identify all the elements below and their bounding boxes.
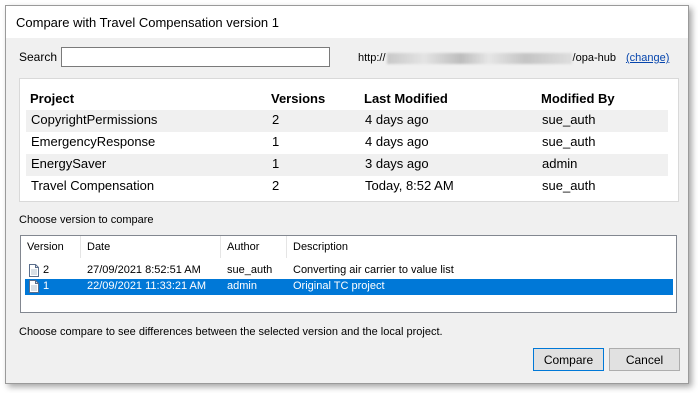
column-description[interactable]: Description (287, 236, 676, 258)
project-modified-by: sue_auth (542, 134, 596, 149)
project-last-modified: 3 days ago (365, 156, 429, 171)
project-last-modified: Today, 8:52 AM (365, 178, 454, 193)
project-last-modified: 4 days ago (365, 112, 429, 127)
projects-table: Project Versions Last Modified Modified … (19, 78, 679, 202)
search-input[interactable] (61, 47, 330, 67)
project-versions: 2 (272, 178, 280, 193)
column-modified-by[interactable]: Modified By (541, 91, 615, 106)
version-row-selected[interactable]: 1 22/09/2021 11:33:21 AM admin Original … (25, 279, 673, 295)
project-name: EmergencyResponse (31, 134, 156, 149)
versions-list: Version Date Author Description 2 27/09/… (20, 235, 677, 313)
version-description: Converting air carrier to value list (293, 264, 454, 276)
versions-header: Version Date Author Description (21, 236, 676, 258)
compare-hint: Choose compare to see differences betwee… (19, 326, 443, 338)
version-number: 1 (43, 280, 50, 292)
projects-header: Project Versions Last Modified Modified … (20, 89, 678, 109)
column-author[interactable]: Author (221, 236, 287, 258)
project-modified-by: admin (542, 156, 578, 171)
column-project[interactable]: Project (30, 91, 74, 106)
project-modified-by: sue_auth (542, 178, 596, 193)
project-modified-by: sue_auth (542, 112, 596, 127)
document-icon (29, 280, 39, 293)
compare-dialog: Compare with Travel Compensation version… (5, 5, 689, 384)
url-suffix: /opa-hub (572, 52, 616, 64)
dialog-title: Compare with Travel Compensation version… (16, 15, 280, 30)
project-row[interactable]: Travel Compensation 2 Today, 8:52 AM sue… (26, 176, 668, 198)
project-name: Travel Compensation (31, 178, 155, 193)
title-bar: Compare with Travel Compensation version… (6, 6, 688, 38)
version-number: 2 (43, 264, 50, 276)
project-last-modified: 4 days ago (365, 134, 429, 149)
project-name: CopyrightPermissions (31, 112, 158, 127)
url-redacted (386, 52, 572, 64)
version-author: admin (227, 280, 257, 292)
search-label: Search (19, 50, 58, 64)
version-row[interactable]: 2 27/09/2021 8:52:51 AM sue_auth Convert… (25, 263, 673, 279)
column-last-modified[interactable]: Last Modified (364, 91, 448, 106)
project-versions: 2 (272, 112, 280, 127)
version-author: sue_auth (227, 264, 273, 276)
compare-button[interactable]: Compare (533, 348, 604, 371)
cancel-button[interactable]: Cancel (609, 348, 680, 371)
choose-version-label: Choose version to compare (19, 214, 154, 226)
project-versions: 1 (272, 156, 280, 171)
document-icon (29, 264, 39, 277)
version-date: 22/09/2021 11:33:21 AM (87, 280, 207, 292)
change-server-link[interactable]: (change) (626, 52, 669, 64)
project-versions: 1 (272, 134, 280, 149)
project-row[interactable]: EmergencyResponse 1 4 days ago sue_auth (26, 132, 668, 154)
project-name: EnergySaver (31, 156, 107, 171)
project-row[interactable]: CopyrightPermissions 2 4 days ago sue_au… (26, 110, 668, 132)
version-date: 27/09/2021 8:52:51 AM (87, 264, 201, 276)
column-version[interactable]: Version (21, 236, 81, 258)
version-description: Original TC project (293, 280, 385, 292)
project-row[interactable]: EnergySaver 1 3 days ago admin (26, 154, 668, 176)
column-versions[interactable]: Versions (271, 91, 325, 106)
column-date[interactable]: Date (81, 236, 221, 258)
server-url: http:// /opa-hub (change) (358, 52, 669, 64)
url-prefix: http:// (358, 52, 386, 64)
